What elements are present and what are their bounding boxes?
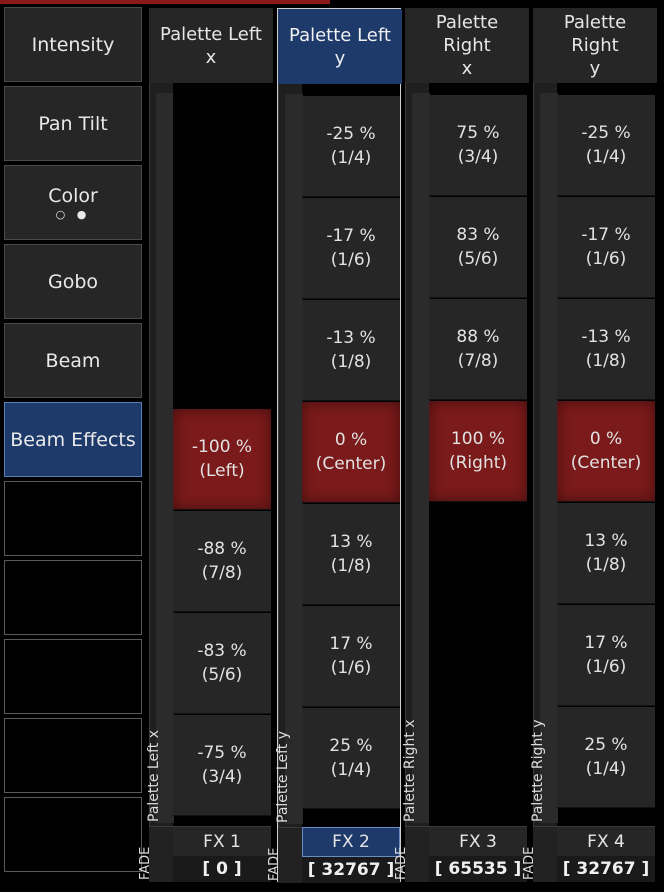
- palette-cell[interactable]: 88 % (7/8): [429, 299, 527, 400]
- palette-cell[interactable]: 17 % (1/6): [302, 606, 400, 707]
- top-accent-bar: [0, 0, 330, 4]
- palette-cell[interactable]: -17 % (1/6): [302, 198, 400, 299]
- fader-label: Palette Right y: [530, 719, 546, 822]
- palette-cell[interactable]: 17 % (1/6): [557, 605, 655, 706]
- sidebar-item-beam-effects[interactable]: Beam Effects: [4, 402, 142, 477]
- sidebar-item-beam[interactable]: Beam: [4, 323, 142, 398]
- fx-button[interactable]: FX 4: [557, 826, 655, 856]
- empty-area: [173, 83, 271, 409]
- sidebar-item-label: Beam: [45, 349, 101, 372]
- column-header[interactable]: Palette Right x: [405, 8, 529, 83]
- palette-cell[interactable]: -17 % (1/6): [557, 197, 655, 298]
- fx-value: [ 65535 ]: [429, 856, 527, 882]
- palette-cell[interactable]: -75 % (3/4): [173, 715, 271, 816]
- sidebar-item-label: Gobo: [47, 270, 99, 293]
- palette-cell[interactable]: 0 % (Center): [557, 401, 655, 502]
- palette-cell[interactable]: 25 % (1/4): [302, 708, 400, 809]
- sidebar-empty-slot[interactable]: [4, 639, 142, 714]
- fader-fill: [412, 93, 430, 823]
- fader-track[interactable]: Palette Right x: [402, 83, 430, 826]
- fader-track[interactable]: Palette Left y: [275, 84, 303, 827]
- fx-button[interactable]: FX 2: [302, 827, 400, 857]
- sidebar-empty-slot[interactable]: [4, 797, 142, 872]
- fader-fill: [285, 94, 303, 824]
- sidebar-empty-slot[interactable]: [4, 481, 142, 556]
- palette-column-left-x: Palette Left x Palette Left x -100 % (Le…: [138, 8, 273, 882]
- fade-label: FADE: [267, 827, 302, 883]
- empty-area: [429, 502, 527, 826]
- fx-value: [ 0 ]: [173, 856, 271, 882]
- sidebar-item-gobo[interactable]: Gobo: [4, 244, 142, 319]
- palette-cell[interactable]: -13 % (1/8): [302, 300, 400, 401]
- fader-track[interactable]: Palette Left x: [146, 83, 174, 826]
- fade-label: FADE: [522, 826, 557, 882]
- palette-cell[interactable]: -100 % (Left): [173, 409, 271, 510]
- sidebar-item-intensity[interactable]: Intensity: [4, 7, 142, 82]
- sidebar-empty-slot[interactable]: [4, 718, 142, 793]
- fade-label: FADE: [138, 826, 173, 882]
- palette-cell[interactable]: 0 % (Center): [302, 402, 400, 503]
- sidebar-item-color[interactable]: Color ○ ●: [4, 165, 142, 240]
- palette-cell[interactable]: -25 % (1/4): [557, 95, 655, 196]
- palette-column-right-x: Palette Right x Palette Right x 75 % (3/4…: [394, 8, 529, 882]
- palette-cell[interactable]: -25 % (1/4): [302, 96, 400, 197]
- fader-track[interactable]: Palette Right y: [530, 83, 558, 826]
- sidebar-item-label: Color: [48, 184, 98, 207]
- fader-label: Palette Left y: [275, 730, 291, 823]
- fader-fill: [540, 93, 558, 823]
- fx-button[interactable]: FX 1: [173, 826, 271, 856]
- fade-label: FADE: [394, 826, 429, 882]
- palette-cell[interactable]: 25 % (1/4): [557, 707, 655, 808]
- palette-cell[interactable]: -13 % (1/8): [557, 299, 655, 400]
- palette-column-left-y: Palette Left y Palette Left y -25 % (1/4…: [267, 8, 402, 883]
- fx-value: [ 32767 ]: [302, 857, 400, 883]
- sidebar-item-pan-tilt[interactable]: Pan Tilt: [4, 86, 142, 161]
- palette-cell[interactable]: 13 % (1/8): [302, 504, 400, 605]
- palette-cell[interactable]: 100 % (Right): [429, 401, 527, 502]
- column-header[interactable]: Palette Right y: [533, 8, 657, 83]
- palette-cell[interactable]: 75 % (3/4): [429, 95, 527, 196]
- sidebar-item-label: Intensity: [31, 33, 115, 56]
- fx-button[interactable]: FX 3: [429, 826, 527, 856]
- fx-value: [ 32767 ]: [557, 856, 655, 882]
- fader-label: Palette Right x: [402, 719, 418, 822]
- column-header[interactable]: Palette Left x: [149, 8, 273, 83]
- palette-cell[interactable]: -88 % (7/8): [173, 511, 271, 612]
- palette-cell[interactable]: 13 % (1/8): [557, 503, 655, 604]
- palette-cell[interactable]: -83 % (5/6): [173, 613, 271, 714]
- palette-column-right-y: Palette Right y Palette Right y -25 % (1/…: [522, 8, 657, 882]
- sidebar-empty-slot[interactable]: [4, 560, 142, 635]
- fader-label: Palette Left x: [146, 729, 162, 822]
- page-indicator-dots: ○ ●: [55, 207, 91, 221]
- column-header[interactable]: Palette Left y: [278, 9, 402, 84]
- sidebar-item-label: Pan Tilt: [38, 112, 108, 135]
- sidebar-item-label: Beam Effects: [10, 428, 136, 451]
- fader-fill: [156, 93, 174, 823]
- palette-cell[interactable]: 83 % (5/6): [429, 197, 527, 298]
